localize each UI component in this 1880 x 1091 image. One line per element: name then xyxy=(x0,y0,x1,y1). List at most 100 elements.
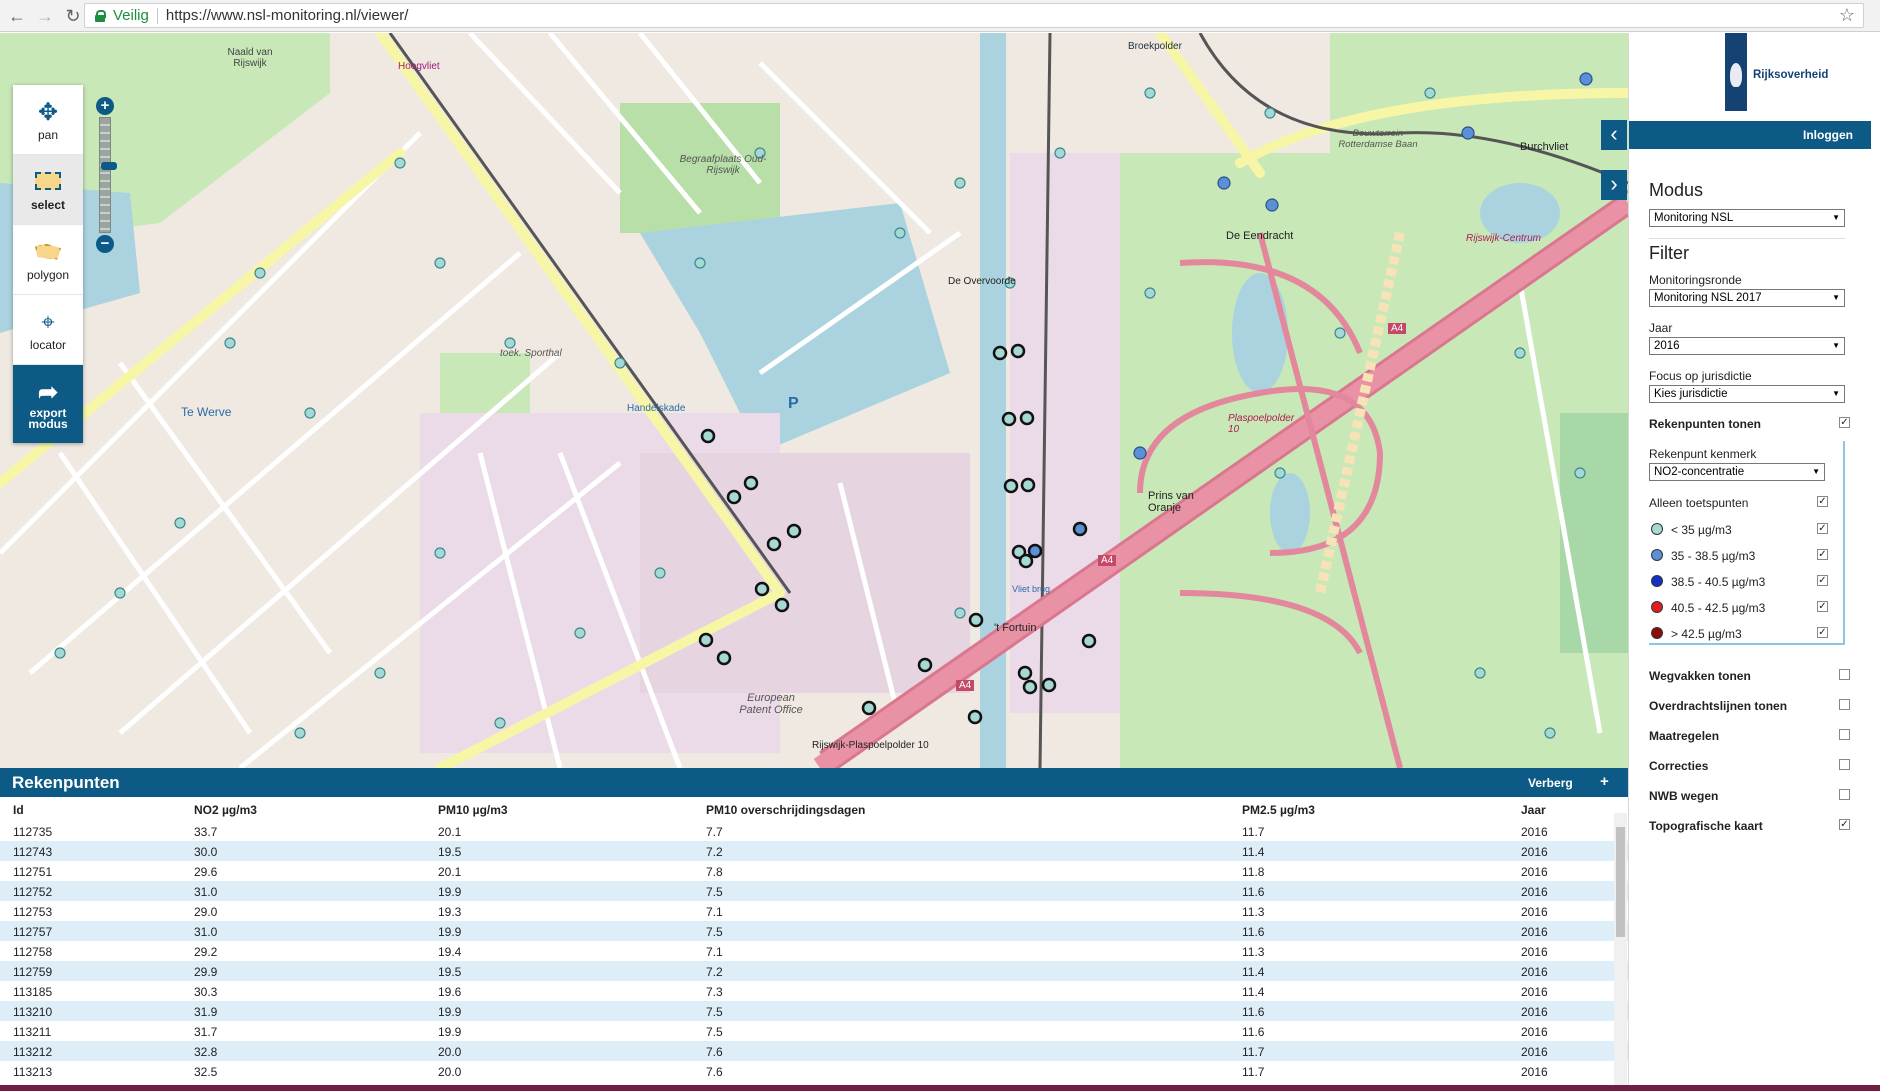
legend-checkbox-405-425[interactable]: ✓ xyxy=(1817,601,1828,612)
jaar-select[interactable]: 2016 xyxy=(1649,337,1845,355)
zoom-out-button[interactable]: − xyxy=(96,235,114,253)
map-label-prins-van-oranje: Prins van Oranje xyxy=(1148,490,1194,514)
table-cell: 2016 xyxy=(1521,905,1548,919)
table-cell: 7.6 xyxy=(706,1045,723,1059)
table-cell: 19.9 xyxy=(438,925,462,939)
table-cell: 19.4 xyxy=(438,945,462,959)
col-jaar[interactable]: Jaar xyxy=(1521,803,1546,817)
legend-checkbox-gt425[interactable]: ✓ xyxy=(1817,627,1828,638)
export-label: export modus xyxy=(28,406,68,431)
table-row[interactable]: 112743 30.0 19.5 7.2 11.4 2016 xyxy=(0,841,1628,861)
legend-label-lt35: < 35 µg/m3 xyxy=(1671,523,1732,537)
table-row[interactable]: 112751 29.6 20.1 7.8 11.8 2016 xyxy=(0,861,1628,881)
table-row[interactable]: 113185 30.3 19.6 7.3 11.4 2016 xyxy=(0,981,1628,1001)
table-cell: 7.5 xyxy=(706,925,723,939)
select-tool[interactable]: select xyxy=(13,155,83,225)
table-cell: 20.0 xyxy=(438,1065,462,1079)
forward-icon[interactable]: → xyxy=(34,5,56,27)
monitoringsronde-select[interactable]: Monitoring NSL 2017 xyxy=(1649,289,1845,307)
pan-tool[interactable]: ✥ pan xyxy=(13,85,83,155)
url-text[interactable]: https://www.nsl-monitoring.nl/viewer/ xyxy=(166,7,409,24)
reload-icon[interactable]: ↻ xyxy=(62,5,84,27)
table-cell: 7.5 xyxy=(706,1005,723,1019)
table-cell: 2016 xyxy=(1521,1045,1548,1059)
table-row[interactable]: 113211 31.7 19.9 7.5 11.6 2016 xyxy=(0,1021,1628,1041)
col-pm10-dagen[interactable]: PM10 overschrijdingsdagen xyxy=(706,803,865,817)
legend-checkbox-35-385[interactable]: ✓ xyxy=(1817,549,1828,560)
nwb-wegen-label: NWB wegen xyxy=(1649,789,1719,803)
verberg-button[interactable]: Verberg xyxy=(1528,776,1573,790)
table-row[interactable]: 113210 31.9 19.9 7.5 11.6 2016 xyxy=(0,1001,1628,1021)
table-cell: 29.6 xyxy=(194,865,218,879)
legend-dot-lt35 xyxy=(1651,523,1663,535)
expand-panel-button[interactable]: › xyxy=(1601,170,1627,200)
table-row[interactable]: 113212 32.8 20.0 7.6 11.7 2016 xyxy=(0,1041,1628,1061)
table-cell: 7.1 xyxy=(706,945,723,959)
table-cell: 2016 xyxy=(1521,945,1548,959)
map-label-rijswijk-plaspoelpolder: Rijswijk-Plaspoelpolder 10 xyxy=(812,740,929,751)
jurisdictie-select[interactable]: Kies jurisdictie xyxy=(1649,385,1845,403)
col-pm10[interactable]: PM10 µg/m3 xyxy=(438,803,508,817)
zoom-handle[interactable] xyxy=(101,162,117,170)
topografische-kaart-checkbox[interactable]: ✓ xyxy=(1839,819,1850,830)
table-cell: 33.7 xyxy=(194,825,218,839)
zoom-slider[interactable]: + − xyxy=(96,97,117,253)
maatregelen-checkbox[interactable] xyxy=(1839,729,1850,740)
map-label-a4-3: A4 xyxy=(956,680,975,691)
address-bar[interactable]: Veilig https://www.nsl-monitoring.nl/vie… xyxy=(84,3,1864,28)
map-viewer[interactable]: Naald van Rijswijk Hoogvliet Begraafplaa… xyxy=(0,33,1628,768)
bookmark-star-icon[interactable]: ☆ xyxy=(1839,5,1855,26)
table-cell: 19.5 xyxy=(438,845,462,859)
map-label-a4: A4 xyxy=(1388,323,1407,334)
jurisdictie-label: Focus op jurisdictie xyxy=(1649,369,1752,383)
legend-dot-385-405 xyxy=(1651,575,1663,587)
zoom-track[interactable] xyxy=(99,117,117,233)
map-label-overvoorde: De Overvoorde xyxy=(948,276,1016,287)
legend-checkbox-lt35[interactable]: ✓ xyxy=(1817,523,1828,534)
correcties-checkbox[interactable] xyxy=(1839,759,1850,770)
col-no2[interactable]: NO2 µg/m3 xyxy=(194,803,257,817)
table-row[interactable]: 112759 29.9 19.5 7.2 11.4 2016 xyxy=(0,961,1628,981)
table-cell: 7.5 xyxy=(706,1025,723,1039)
export-mode-tool[interactable]: ➦ export modus xyxy=(13,365,83,443)
map-label-eendracht: De Eendracht xyxy=(1226,230,1294,242)
table-row[interactable]: 112757 31.0 19.9 7.5 11.6 2016 xyxy=(0,921,1628,941)
collapse-panel-button[interactable]: ‹ xyxy=(1601,120,1627,150)
col-pm25[interactable]: PM2.5 µg/m3 xyxy=(1242,803,1315,817)
nwb-wegen-checkbox[interactable] xyxy=(1839,789,1850,800)
table-cell: 11.6 xyxy=(1242,885,1265,899)
rekenpunten-title: Rekenpunten xyxy=(12,773,120,792)
overdrachtslijnen-checkbox[interactable] xyxy=(1839,699,1850,710)
back-icon[interactable]: ← xyxy=(6,5,28,27)
table-row[interactable]: 112735 33.7 20.1 7.7 11.7 2016 xyxy=(0,821,1628,841)
zoom-in-button[interactable]: + xyxy=(96,97,114,115)
table-cell: 19.3 xyxy=(438,905,462,919)
rekenpunten-tonen-checkbox[interactable]: ✓ xyxy=(1839,417,1850,428)
expand-table-button[interactable]: + xyxy=(1600,773,1609,790)
wegvakken-tonen-checkbox[interactable] xyxy=(1839,669,1850,680)
table-row[interactable]: 113213 32.5 20.0 7.6 11.7 2016 xyxy=(0,1061,1628,1081)
polygon-tool[interactable]: polygon xyxy=(13,225,83,295)
map-label-fortuin: 't Fortuin xyxy=(994,622,1037,634)
rekenpunt-kenmerk-label: Rekenpunt kenmerk xyxy=(1649,447,1757,461)
table-cell: 29.9 xyxy=(194,965,218,979)
login-button[interactable]: Inloggen xyxy=(1629,121,1871,149)
locator-tool[interactable]: ⌖ locator xyxy=(13,295,83,365)
table-cell: 112758 xyxy=(13,945,53,959)
col-id[interactable]: Id xyxy=(13,803,24,817)
table-scrollbar[interactable] xyxy=(1614,813,1627,1085)
legend-checkbox-385-405[interactable]: ✓ xyxy=(1817,575,1828,586)
modus-select[interactable]: Monitoring NSL xyxy=(1649,209,1845,227)
table-header-row: Id NO2 µg/m3 PM10 µg/m3 PM10 overschrijd… xyxy=(0,797,1628,821)
table-cell: 2016 xyxy=(1521,845,1548,859)
table-cell: 112753 xyxy=(13,905,53,919)
alleen-toetspunten-checkbox[interactable]: ✓ xyxy=(1817,496,1828,507)
table-row[interactable]: 112758 29.2 19.4 7.1 11.3 2016 xyxy=(0,941,1628,961)
scrollbar-thumb[interactable] xyxy=(1616,827,1625,937)
table-row[interactable]: 112752 31.0 19.9 7.5 11.6 2016 xyxy=(0,881,1628,901)
topografische-kaart-label: Topografische kaart xyxy=(1649,819,1763,833)
map-label-hoogvliet: Hoogvliet xyxy=(398,61,440,72)
polygon-icon xyxy=(35,238,61,268)
rekenpunt-kenmerk-select[interactable]: NO2-concentratie xyxy=(1649,463,1825,481)
table-row[interactable]: 112753 29.0 19.3 7.1 11.3 2016 xyxy=(0,901,1628,921)
